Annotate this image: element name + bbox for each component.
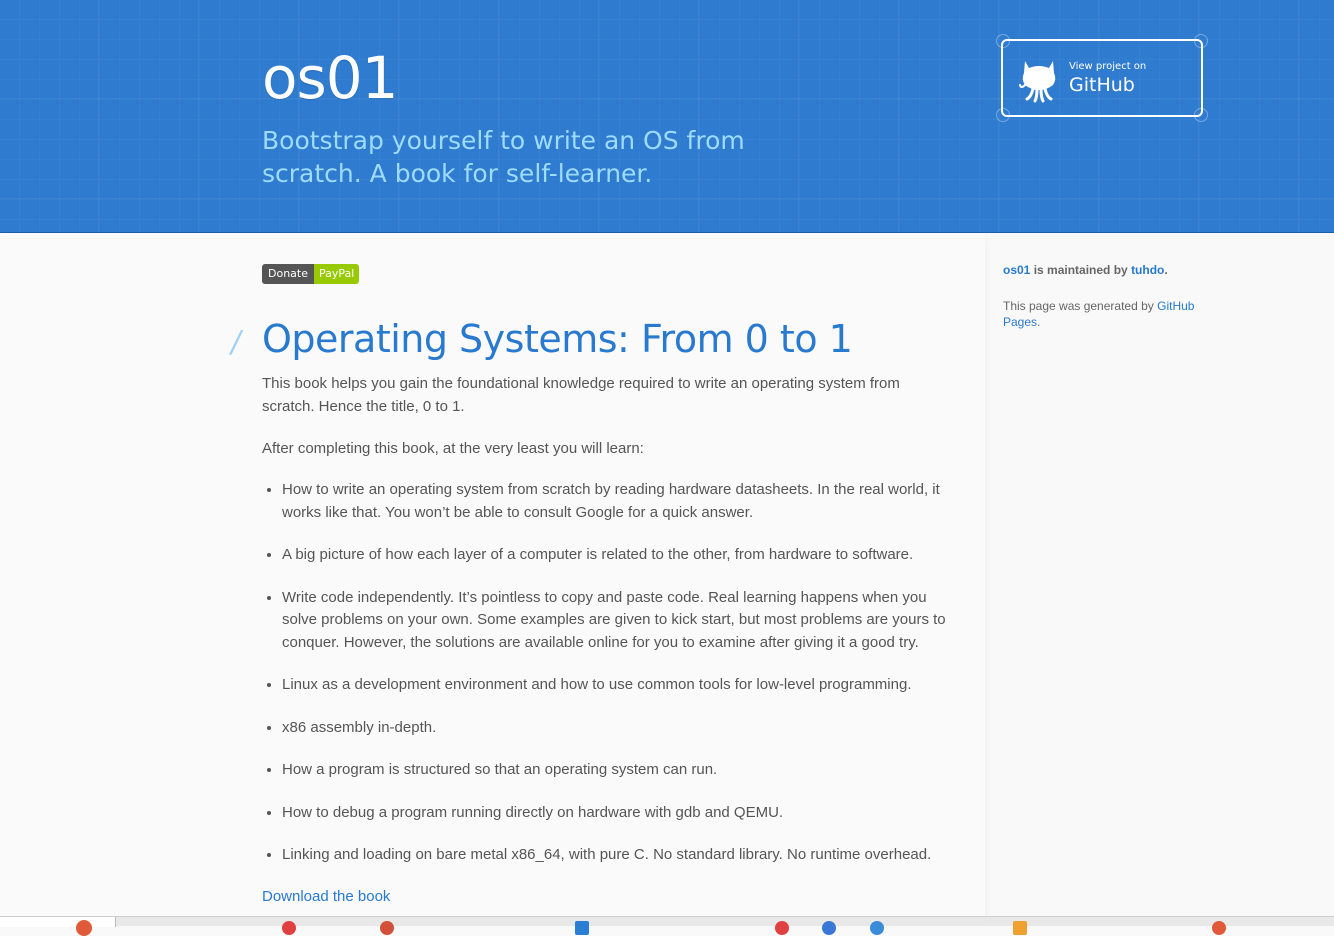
taskbar-app-icon[interactable] <box>822 921 836 935</box>
learn-intro-paragraph: After completing this book, at the very … <box>262 440 644 457</box>
maintainer-link[interactable]: tuhdo <box>1131 263 1164 277</box>
list-item: Linux as a development environment and h… <box>282 674 962 697</box>
sidebar: os01 is maintained by tuhdo. This page w… <box>1003 262 1203 330</box>
generated-period: . <box>1037 315 1041 329</box>
corner-decoration <box>1194 108 1208 122</box>
list-item: How to debug a program running directly … <box>282 802 962 825</box>
download-book-link[interactable]: Download the book <box>262 888 390 905</box>
taskbar <box>0 916 1334 936</box>
corner-decoration <box>1194 34 1208 48</box>
list-item: How to write an operating system from sc… <box>282 479 962 524</box>
maintainer-period: . <box>1164 263 1168 277</box>
app-icon[interactable] <box>76 920 92 936</box>
page-heading: Operating Systems: From 0 to 1 <box>262 317 853 361</box>
page-header: os01 Bootstrap yourself to write an OS f… <box>0 0 1334 233</box>
main-content: Donate PayPal / Operating Systems: From … <box>228 233 982 926</box>
paypal-label: PayPal <box>314 264 360 284</box>
taskbar-app-icon[interactable] <box>282 921 296 935</box>
list-item: Linking and loading on bare metal x86_64… <box>282 844 962 867</box>
learning-list: How to write an operating system from sc… <box>262 479 962 887</box>
taskbar-app-icon[interactable] <box>1212 921 1226 935</box>
list-item: How a program is structured so that an o… <box>282 759 962 782</box>
maintained-by-text: is maintained by <box>1030 263 1132 277</box>
taskbar-app-icon[interactable] <box>870 921 884 935</box>
list-item: A big picture of how each layer of a com… <box>282 544 962 567</box>
generated-by-text: This page was generated by <box>1003 299 1158 313</box>
taskbar-app-icon[interactable] <box>775 921 789 935</box>
project-link[interactable]: os01 <box>1003 263 1030 277</box>
taskbar-app-icon[interactable] <box>1013 921 1027 935</box>
donate-paypal-badge[interactable]: Donate PayPal <box>262 264 360 284</box>
github-button-small-label: View project on <box>1069 61 1147 72</box>
corner-decoration <box>996 34 1010 48</box>
view-on-github-button[interactable]: View project on GitHub <box>996 34 1208 122</box>
donate-label: Donate <box>262 264 314 284</box>
generated-by-line: This page was generated by GitHub Pages. <box>1003 298 1203 330</box>
taskbar-app-icon[interactable] <box>575 921 589 935</box>
maintainer-line: os01 is maintained by tuhdo. <box>1003 262 1203 278</box>
octocat-icon <box>1019 61 1056 103</box>
corner-decoration <box>996 108 1010 122</box>
taskbar-app-icon[interactable] <box>380 921 394 935</box>
site-tagline: Bootstrap yourself to write an OS from s… <box>262 126 745 188</box>
list-item: Write code independently. It’s pointless… <box>282 587 962 655</box>
intro-paragraph: This book helps you gain the foundationa… <box>262 375 900 415</box>
site-title[interactable]: os01 <box>262 44 399 112</box>
github-button-label: GitHub <box>1069 74 1135 96</box>
list-item: x86 assembly in-depth. <box>282 717 962 740</box>
